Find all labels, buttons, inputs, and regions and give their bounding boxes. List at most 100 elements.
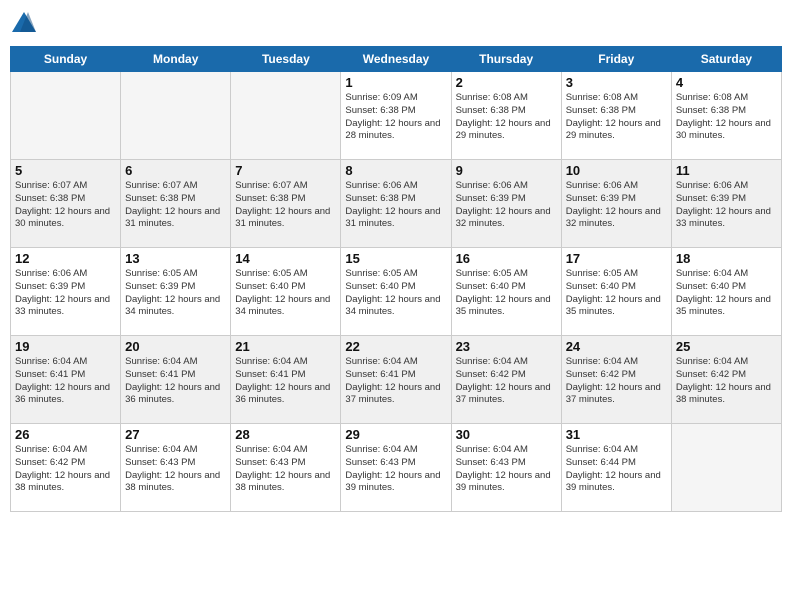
cal-cell: 31Sunrise: 6:04 AM Sunset: 6:44 PM Dayli… (561, 424, 671, 512)
cal-cell: 21Sunrise: 6:04 AM Sunset: 6:41 PM Dayli… (231, 336, 341, 424)
week-row: 5 Sunrise: 6:07 AM Sunset: 6:38 PM Daylig… (11, 160, 782, 248)
day-number: 19 (15, 339, 116, 354)
day-number: 13 (125, 251, 226, 266)
day-number: 17 (566, 251, 667, 266)
day-number: 2 (456, 75, 557, 90)
day-header-thursday: Thursday (451, 47, 561, 72)
cal-cell: 16Sunrise: 6:05 AM Sunset: 6:40 PM Dayli… (451, 248, 561, 336)
day-number: 18 (676, 251, 777, 266)
cell-info: Sunrise: 6:07 AM Sunset: 6:38 PM Dayligh… (15, 180, 116, 231)
cell-info: Sunrise: 6:09 AM Sunset: 6:38 PM Dayligh… (345, 92, 446, 143)
week-row: 19 Sunrise: 6:04 AM Sunset: 6:41 PM Dayli… (11, 336, 782, 424)
cell-info: Sunrise: 6:04 AM Sunset: 6:43 PM Dayligh… (456, 444, 557, 495)
cal-cell: 14 Sunrise: 6:05 AM Sunset: 6:40 PM Dayli… (231, 248, 341, 336)
cell-info: Sunrise: 6:04 AM Sunset: 6:42 PM Dayligh… (456, 356, 557, 407)
day-number: 3 (566, 75, 667, 90)
cal-cell: 18 Sunrise: 6:04 AM Sunset: 6:40 PM Dayli… (671, 248, 781, 336)
cal-cell: 3 Sunrise: 6:08 AM Sunset: 6:38 PM Daylig… (561, 72, 671, 160)
cal-cell: 6Sunrise: 6:07 AM Sunset: 6:38 PM Daylig… (121, 160, 231, 248)
cal-cell (671, 424, 781, 512)
day-number: 29 (345, 427, 446, 442)
day-header-sunday: Sunday (11, 47, 121, 72)
day-number: 12 (15, 251, 116, 266)
day-header-row: SundayMondayTuesdayWednesdayThursdayFrid… (11, 47, 782, 72)
cal-cell: 10 Sunrise: 6:06 AM Sunset: 6:39 PM Dayli… (561, 160, 671, 248)
day-number: 24 (566, 339, 667, 354)
cell-info: Sunrise: 6:07 AM Sunset: 6:38 PM Dayligh… (235, 180, 336, 231)
day-number: 4 (676, 75, 777, 90)
cal-cell: 15Sunrise: 6:05 AM Sunset: 6:40 PM Dayli… (341, 248, 451, 336)
cell-info: Sunrise: 6:04 AM Sunset: 6:41 PM Dayligh… (345, 356, 446, 407)
cal-cell: 9Sunrise: 6:06 AM Sunset: 6:39 PM Daylig… (451, 160, 561, 248)
cal-cell: 23 Sunrise: 6:04 AM Sunset: 6:42 PM Dayli… (451, 336, 561, 424)
day-number: 26 (15, 427, 116, 442)
cal-cell (121, 72, 231, 160)
day-header-monday: Monday (121, 47, 231, 72)
day-number: 28 (235, 427, 336, 442)
cal-cell: 12 Sunrise: 6:06 AM Sunset: 6:39 PM Dayli… (11, 248, 121, 336)
day-number: 27 (125, 427, 226, 442)
day-header-tuesday: Tuesday (231, 47, 341, 72)
day-header-wednesday: Wednesday (341, 47, 451, 72)
cal-cell (11, 72, 121, 160)
day-number: 23 (456, 339, 557, 354)
cal-cell: 30 Sunrise: 6:04 AM Sunset: 6:43 PM Dayli… (451, 424, 561, 512)
cell-info: Sunrise: 6:05 AM Sunset: 6:39 PM Dayligh… (125, 268, 226, 319)
week-row: 12 Sunrise: 6:06 AM Sunset: 6:39 PM Dayli… (11, 248, 782, 336)
calendar-table: SundayMondayTuesdayWednesdayThursdayFrid… (10, 46, 782, 512)
cell-info: Sunrise: 6:05 AM Sunset: 6:40 PM Dayligh… (566, 268, 667, 319)
cell-info: Sunrise: 6:06 AM Sunset: 6:39 PM Dayligh… (566, 180, 667, 231)
cal-cell: 5 Sunrise: 6:07 AM Sunset: 6:38 PM Daylig… (11, 160, 121, 248)
day-number: 25 (676, 339, 777, 354)
cell-info: Sunrise: 6:07 AM Sunset: 6:38 PM Dayligh… (125, 180, 226, 231)
cell-info: Sunrise: 6:05 AM Sunset: 6:40 PM Dayligh… (235, 268, 336, 319)
day-number: 10 (566, 163, 667, 178)
day-number: 11 (676, 163, 777, 178)
cell-info: Sunrise: 6:04 AM Sunset: 6:43 PM Dayligh… (235, 444, 336, 495)
cell-info: Sunrise: 6:06 AM Sunset: 6:39 PM Dayligh… (15, 268, 116, 319)
day-number: 30 (456, 427, 557, 442)
cal-cell: 8Sunrise: 6:06 AM Sunset: 6:38 PM Daylig… (341, 160, 451, 248)
logo (10, 10, 40, 38)
day-number: 7 (235, 163, 336, 178)
day-number: 14 (235, 251, 336, 266)
cal-cell: 7 Sunrise: 6:07 AM Sunset: 6:38 PM Daylig… (231, 160, 341, 248)
cell-info: Sunrise: 6:04 AM Sunset: 6:43 PM Dayligh… (345, 444, 446, 495)
day-header-friday: Friday (561, 47, 671, 72)
calendar-body: 1Sunrise: 6:09 AM Sunset: 6:38 PM Daylig… (11, 72, 782, 512)
cal-cell: 2 Sunrise: 6:08 AM Sunset: 6:38 PM Daylig… (451, 72, 561, 160)
cal-cell: 17 Sunrise: 6:05 AM Sunset: 6:40 PM Dayli… (561, 248, 671, 336)
cell-info: Sunrise: 6:04 AM Sunset: 6:41 PM Dayligh… (125, 356, 226, 407)
cell-info: Sunrise: 6:08 AM Sunset: 6:38 PM Dayligh… (456, 92, 557, 143)
day-number: 9 (456, 163, 557, 178)
cell-info: Sunrise: 6:08 AM Sunset: 6:38 PM Dayligh… (566, 92, 667, 143)
cal-cell: 20 Sunrise: 6:04 AM Sunset: 6:41 PM Dayli… (121, 336, 231, 424)
day-number: 31 (566, 427, 667, 442)
day-number: 20 (125, 339, 226, 354)
day-number: 5 (15, 163, 116, 178)
cal-cell: 19Sunrise: 6:04 AM Sunset: 6:41 PM Dayli… (11, 336, 121, 424)
cell-info: Sunrise: 6:04 AM Sunset: 6:43 PM Dayligh… (125, 444, 226, 495)
cal-cell: 24 Sunrise: 6:04 AM Sunset: 6:42 PM Dayli… (561, 336, 671, 424)
cell-info: Sunrise: 6:06 AM Sunset: 6:39 PM Dayligh… (676, 180, 777, 231)
cal-cell: 27 Sunrise: 6:04 AM Sunset: 6:43 PM Dayli… (121, 424, 231, 512)
day-number: 22 (345, 339, 446, 354)
calendar-container: SundayMondayTuesdayWednesdayThursdayFrid… (0, 0, 792, 612)
cal-cell: 26 Sunrise: 6:04 AM Sunset: 6:42 PM Dayli… (11, 424, 121, 512)
header (10, 10, 782, 38)
cell-info: Sunrise: 6:04 AM Sunset: 6:42 PM Dayligh… (566, 356, 667, 407)
cal-cell: 29 Sunrise: 6:04 AM Sunset: 6:43 PM Dayli… (341, 424, 451, 512)
cal-cell: 25Sunrise: 6:04 AM Sunset: 6:42 PM Dayli… (671, 336, 781, 424)
cal-cell: 22 Sunrise: 6:04 AM Sunset: 6:41 PM Dayli… (341, 336, 451, 424)
cal-cell: 13 Sunrise: 6:05 AM Sunset: 6:39 PM Dayli… (121, 248, 231, 336)
day-number: 16 (456, 251, 557, 266)
cell-info: Sunrise: 6:04 AM Sunset: 6:40 PM Dayligh… (676, 268, 777, 319)
day-number: 8 (345, 163, 446, 178)
cell-info: Sunrise: 6:04 AM Sunset: 6:42 PM Dayligh… (15, 444, 116, 495)
cal-cell: 4Sunrise: 6:08 AM Sunset: 6:38 PM Daylig… (671, 72, 781, 160)
cal-cell: 1Sunrise: 6:09 AM Sunset: 6:38 PM Daylig… (341, 72, 451, 160)
week-row: 1Sunrise: 6:09 AM Sunset: 6:38 PM Daylig… (11, 72, 782, 160)
day-number: 21 (235, 339, 336, 354)
cal-cell: 28 Sunrise: 6:04 AM Sunset: 6:43 PM Dayli… (231, 424, 341, 512)
cal-cell: 11 Sunrise: 6:06 AM Sunset: 6:39 PM Dayli… (671, 160, 781, 248)
